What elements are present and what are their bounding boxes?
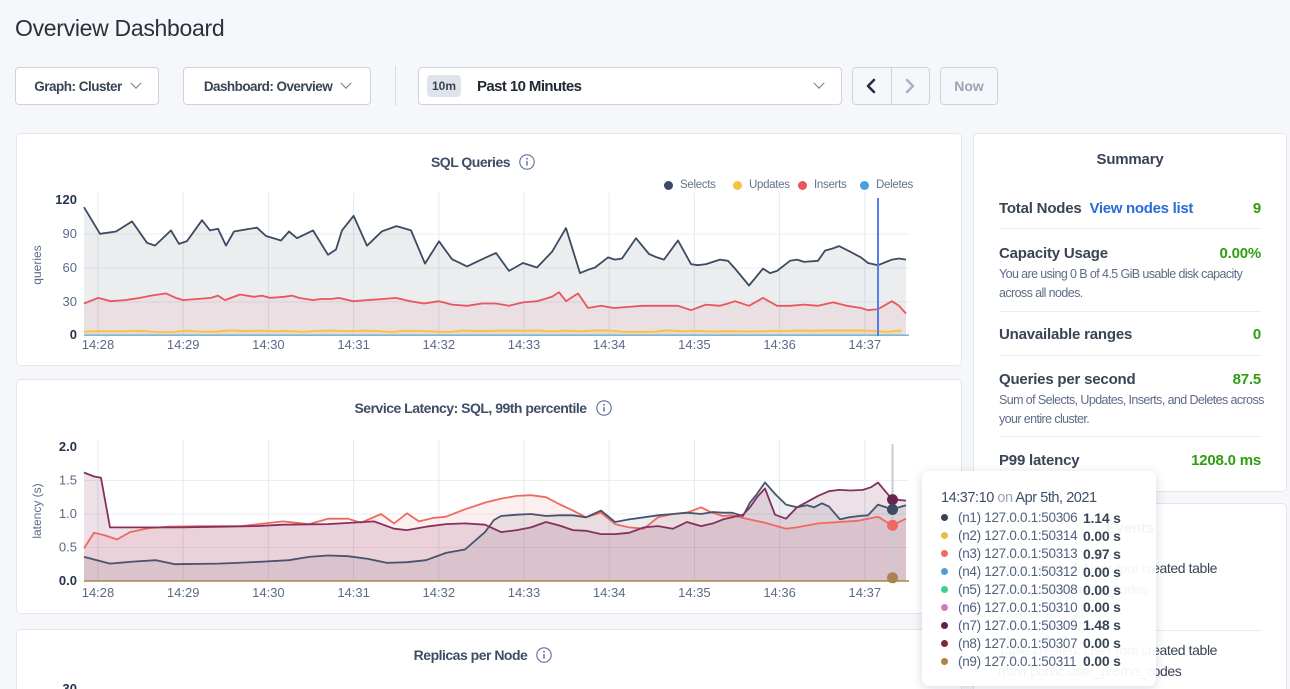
svg-text:1.5: 1.5 [59,473,77,488]
svg-text:14:37: 14:37 [849,337,882,352]
svg-text:1.0: 1.0 [59,506,77,521]
svg-text:14:37: 14:37 [849,585,882,600]
svg-text:0.0: 0.0 [59,573,77,588]
svg-text:14:31: 14:31 [337,585,370,600]
svg-text:14:29: 14:29 [167,585,200,600]
svg-text:90: 90 [63,226,77,241]
svg-text:14:28: 14:28 [82,337,115,352]
svg-text:0: 0 [70,327,77,342]
svg-text:14:30: 14:30 [252,337,285,352]
svg-text:14:30: 14:30 [252,585,285,600]
svg-text:14:35: 14:35 [678,585,711,600]
svg-text:30: 30 [63,294,77,309]
svg-text:14:36: 14:36 [763,337,796,352]
svg-text:14:32: 14:32 [423,337,456,352]
svg-text:14:36: 14:36 [763,585,796,600]
svg-text:14:28: 14:28 [82,585,115,600]
svg-text:30: 30 [63,681,77,689]
svg-text:2.0: 2.0 [59,439,77,454]
svg-text:60: 60 [63,260,77,275]
svg-text:14:33: 14:33 [508,585,541,600]
svg-text:queries: queries [30,245,44,284]
svg-text:14:35: 14:35 [678,337,711,352]
svg-text:0.5: 0.5 [59,540,77,555]
svg-text:14:34: 14:34 [593,585,626,600]
svg-text:14:29: 14:29 [167,337,200,352]
svg-text:14:33: 14:33 [508,337,541,352]
svg-text:120: 120 [55,192,77,207]
svg-text:14:31: 14:31 [337,337,370,352]
svg-text:latency (s): latency (s) [30,483,44,538]
svg-text:14:32: 14:32 [423,585,456,600]
svg-text:14:34: 14:34 [593,337,626,352]
